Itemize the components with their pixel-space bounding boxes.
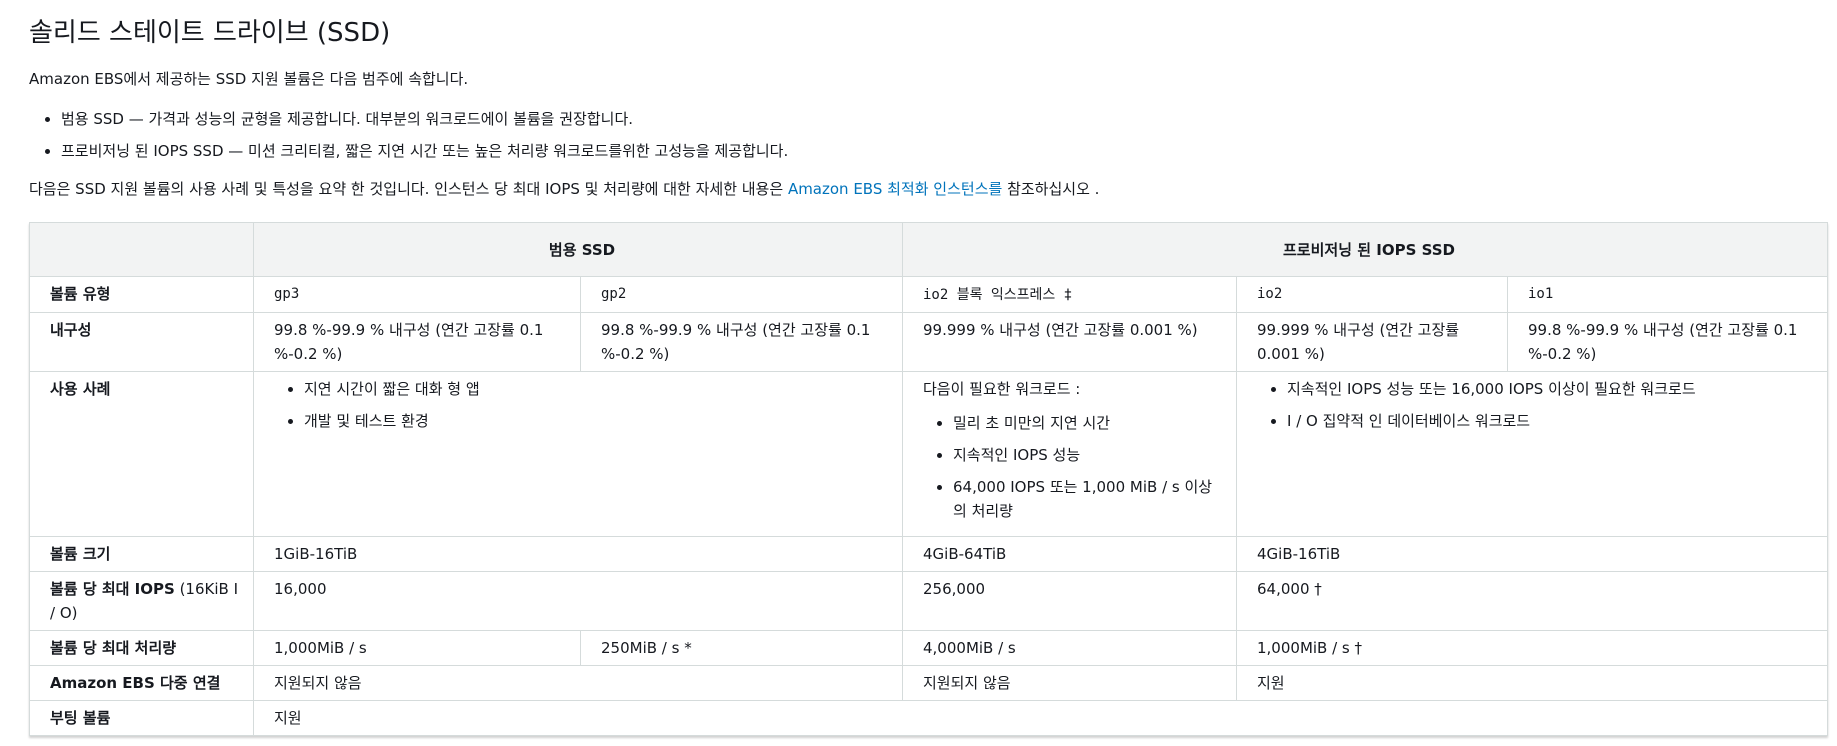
cell-io2x-durability: 99.999 % 내구성 (연간 고장률 0.001 %) bbox=[902, 312, 1237, 372]
table-header-row: 범용 SSD 프로비저닝 된 IOPS SSD bbox=[29, 222, 1828, 277]
summary-before: 다음은 SSD 지원 볼륨의 사용 사례 및 특성을 요약 한 것입니다. 인스… bbox=[29, 180, 788, 198]
list-item: I / O 집약적 인 데이터베이스 워크로드 bbox=[1287, 409, 1815, 433]
io2x-type-text: io2 블록 익스프레스 ‡ bbox=[923, 287, 1073, 303]
row-label-max-throughput: 볼륨 당 최대 처리량 bbox=[29, 630, 254, 666]
cell-io2x-multi-attach: 지원되지 않음 bbox=[902, 665, 1237, 701]
table-row: 볼륨 유형 gp3 gp2 io2 블록 익스프레스 ‡ io2 io1 bbox=[29, 276, 1828, 313]
cell-io-multi-attach: 지원 bbox=[1236, 665, 1828, 701]
table-row: 사용 사례 지연 시간이 짧은 대화 형 앱 개발 및 테스트 환경 다음이 필… bbox=[29, 371, 1828, 537]
cell-boot-volume: 지원 bbox=[253, 700, 1828, 736]
header-blank-cell bbox=[29, 222, 254, 277]
header-provisioned-iops: 프로비저닝 된 IOPS SSD bbox=[902, 222, 1828, 277]
cell-io-throughput: 1,000MiB / s † bbox=[1236, 630, 1828, 666]
io2x-use-case-lead: 다음이 필요한 워크로드 : bbox=[923, 380, 1081, 398]
row-label-use-cases: 사용 사례 bbox=[29, 371, 254, 537]
table-row: 볼륨 당 최대 IOPS (16KiB I / O) 16,000 256,00… bbox=[29, 571, 1828, 631]
cell-gp2-type: gp2 bbox=[580, 276, 903, 313]
cell-gp3-durability: 99.8 %-99.9 % 내구성 (연간 고장률 0.1 %-0.2 %) bbox=[253, 312, 581, 372]
cell-gp3-type: gp3 bbox=[253, 276, 581, 313]
row-label-max-iops: 볼륨 당 최대 IOPS (16KiB I / O) bbox=[29, 571, 254, 631]
cell-io2x-throughput: 4,000MiB / s bbox=[902, 630, 1237, 666]
row-label-volume-type: 볼륨 유형 bbox=[29, 276, 254, 313]
cell-gp2-durability: 99.8 %-99.9 % 내구성 (연간 고장률 0.1 %-0.2 %) bbox=[580, 312, 903, 372]
cell-io2x-type: io2 블록 익스프레스 ‡ bbox=[902, 276, 1237, 313]
table-row: 내구성 99.8 %-99.9 % 내구성 (연간 고장률 0.1 %-0.2 … bbox=[29, 312, 1828, 372]
row-label-multi-attach: Amazon EBS 다중 연결 bbox=[29, 665, 254, 701]
cell-general-multi-attach: 지원되지 않음 bbox=[253, 665, 903, 701]
cell-io2x-use-cases: 다음이 필요한 워크로드 : 밀리 초 미만의 지연 시간 지속적인 IOPS … bbox=[902, 371, 1237, 537]
table-row: 볼륨 크기 1GiB-16TiB 4GiB-64TiB 4GiB-16TiB bbox=[29, 536, 1828, 572]
ssd-comparison-table: 범용 SSD 프로비저닝 된 IOPS SSD 볼륨 유형 gp3 gp2 io… bbox=[29, 222, 1828, 736]
table-row: 부팅 볼륨 지원 bbox=[29, 700, 1828, 736]
general-use-case-list: 지연 시간이 짧은 대화 형 앱 개발 및 테스트 환경 bbox=[274, 377, 890, 433]
cell-io2x-iops: 256,000 bbox=[902, 571, 1237, 631]
row-label-size: 볼륨 크기 bbox=[29, 536, 254, 572]
cell-io2x-size: 4GiB-64TiB bbox=[902, 536, 1237, 572]
intro-text: Amazon EBS에서 제공하는 SSD 지원 볼륨은 다음 범주에 속합니다… bbox=[29, 70, 469, 88]
page-title: 솔리드 스테이트 드라이브 (SSD) bbox=[29, 18, 391, 48]
list-item: 지속적인 IOPS 성능 또는 16,000 IOPS 이상이 필요한 워크로드 bbox=[1287, 377, 1815, 401]
cell-io1-durability: 99.8 %-99.9 % 내구성 (연간 고장률 0.1 %-0.2 %) bbox=[1507, 312, 1828, 372]
header-general-purpose: 범용 SSD bbox=[253, 222, 903, 277]
list-item: 지연 시간이 짧은 대화 형 앱 bbox=[304, 377, 890, 401]
cell-io2-durability: 99.999 % 내구성 (연간 고장률 0.001 %) bbox=[1236, 312, 1508, 372]
list-item: 개발 및 테스트 환경 bbox=[304, 409, 890, 433]
table-row: 볼륨 당 최대 처리량 1,000MiB / s 250MiB / s * 4,… bbox=[29, 630, 1828, 666]
list-item: 64,000 IOPS 또는 1,000 MiB / s 이상의 처리량 bbox=[953, 475, 1224, 523]
cell-general-iops: 16,000 bbox=[253, 571, 903, 631]
cell-io-size: 4GiB-16TiB bbox=[1236, 536, 1828, 572]
summary-text: 다음은 SSD 지원 볼륨의 사용 사례 및 특성을 요약 한 것입니다. 인스… bbox=[29, 178, 1099, 199]
row-label-durability: 내구성 bbox=[29, 312, 254, 372]
cell-io-use-cases: 지속적인 IOPS 성능 또는 16,000 IOPS 이상이 필요한 워크로드… bbox=[1236, 371, 1828, 537]
summary-after: 참조하십시오 . bbox=[1002, 180, 1100, 198]
cell-io-iops: 64,000 † bbox=[1236, 571, 1828, 631]
max-iops-label-bold: 볼륨 당 최대 IOPS bbox=[50, 580, 175, 598]
cell-gp3-throughput: 1,000MiB / s bbox=[253, 630, 581, 666]
cell-gp2-throughput: 250MiB / s * bbox=[580, 630, 903, 666]
ebs-optimized-link[interactable]: Amazon EBS 최적화 인스턴스를 bbox=[788, 180, 1002, 198]
list-item: 지속적인 IOPS 성능 bbox=[953, 443, 1224, 467]
cell-io2-type: io2 bbox=[1236, 276, 1508, 313]
category-item-general: 범용 SSD — 가격과 성능의 균형을 제공합니다. 대부분의 워크로드에이 … bbox=[61, 103, 788, 135]
row-label-boot-volume: 부팅 볼륨 bbox=[29, 700, 254, 736]
io2x-use-case-list: 밀리 초 미만의 지연 시간 지속적인 IOPS 성능 64,000 IOPS … bbox=[923, 411, 1224, 523]
cell-general-use-cases: 지연 시간이 짧은 대화 형 앱 개발 및 테스트 환경 bbox=[253, 371, 903, 537]
io-use-case-list: 지속적인 IOPS 성능 또는 16,000 IOPS 이상이 필요한 워크로드… bbox=[1257, 377, 1815, 433]
category-list: 범용 SSD — 가격과 성능의 균형을 제공합니다. 대부분의 워크로드에이 … bbox=[29, 103, 788, 167]
cell-io1-type: io1 bbox=[1507, 276, 1828, 313]
cell-general-size: 1GiB-16TiB bbox=[253, 536, 903, 572]
table-row: Amazon EBS 다중 연결 지원되지 않음 지원되지 않음 지원 bbox=[29, 665, 1828, 701]
list-item: 밀리 초 미만의 지연 시간 bbox=[953, 411, 1224, 435]
category-item-provisioned: 프로비저닝 된 IOPS SSD — 미션 크리티컬, 짧은 지연 시간 또는 … bbox=[61, 135, 788, 167]
